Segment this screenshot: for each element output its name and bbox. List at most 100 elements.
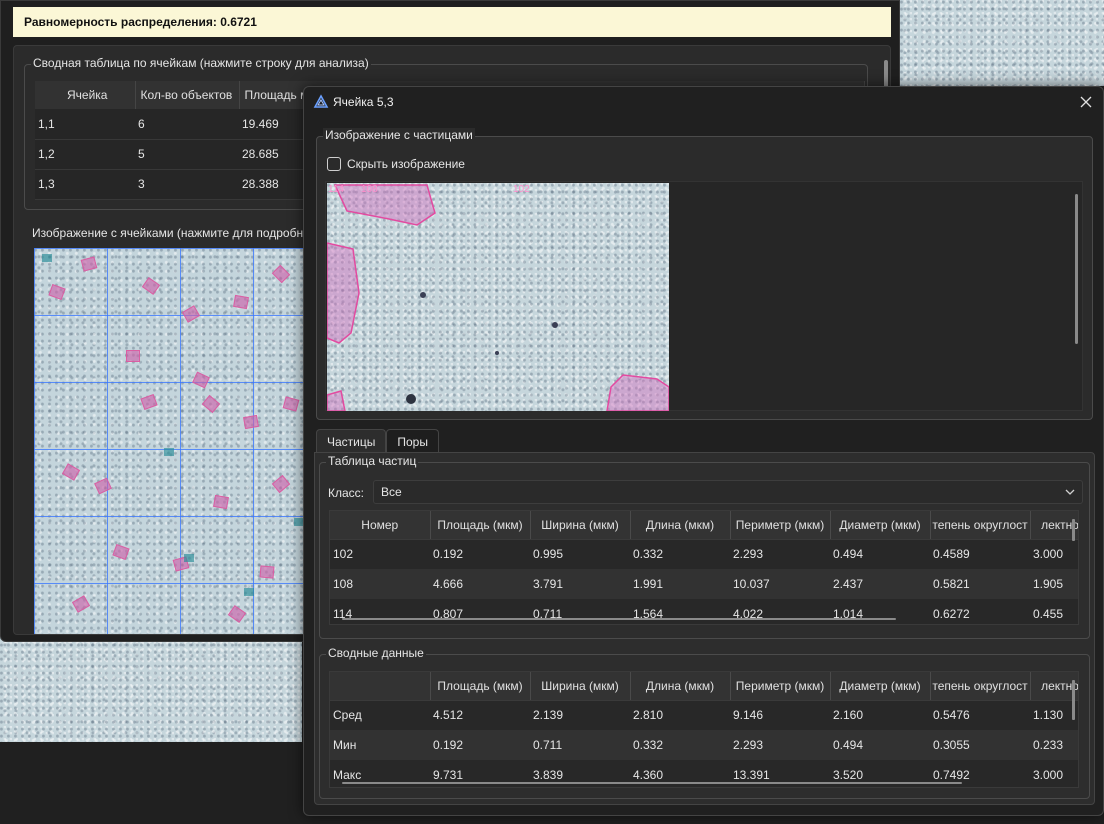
particle-marker (271, 264, 291, 284)
particle-image-group-title: Изображение с частицами (323, 128, 475, 142)
hide-image-checkbox[interactable] (327, 157, 341, 171)
particle-outline (606, 374, 669, 411)
table-cell: 1.905 (1030, 569, 1078, 599)
column-header[interactable]: Периметр (мкм) (730, 672, 831, 701)
tab-particles[interactable]: Частицы (316, 429, 387, 453)
particle-marker (192, 371, 210, 389)
table-row[interactable]: 102 0.192 0.995 0.332 2.293 0.494 0.4589… (330, 539, 1078, 569)
cells-grid-image[interactable] (34, 248, 314, 634)
vertical-scrollbar[interactable] (1075, 194, 1078, 344)
table-cell: 0.332 (630, 730, 730, 760)
table-cell: 5 (135, 139, 239, 170)
class-select[interactable]: Все (373, 480, 1083, 504)
particle-image[interactable]: 114 108 102 (327, 183, 669, 411)
summary-table-viewport: Площадь (мкм) Ширина (мкм) Длина (мкм) П… (329, 671, 1079, 788)
column-header[interactable]: Периметр (мкм) (730, 511, 831, 540)
particle-marker (244, 588, 254, 596)
table-cell: 4.666 (430, 569, 530, 599)
tab-pores[interactable]: Поры (386, 429, 439, 453)
particle-marker (164, 448, 174, 456)
table-cell: 1.991 (630, 569, 730, 599)
table-cell: 4.022 (730, 599, 830, 624)
dark-speck (420, 292, 426, 298)
particle-marker (112, 543, 130, 561)
table-cell: 3.000 (1030, 760, 1078, 787)
particle-marker (140, 393, 158, 411)
particle-marker (184, 554, 194, 562)
table-row[interactable]: Мин 0.192 0.711 0.332 2.293 0.494 0.3055… (330, 730, 1078, 760)
column-header[interactable]: Диаметр (мкм) (830, 511, 931, 540)
particle-image-group: Изображение с частицами Скрыть изображен… (316, 128, 1093, 420)
column-header[interactable]: Ячейка (35, 81, 136, 109)
column-header[interactable]: Диаметр (мкм) (830, 672, 931, 701)
table-cell: Сред (330, 700, 430, 730)
table-cell: 1.014 (830, 599, 930, 624)
column-header[interactable]: Ширина (мкм) (530, 511, 631, 540)
table-cell: 1.564 (630, 599, 730, 624)
particle-marker (271, 474, 291, 494)
table-cell: 10.037 (730, 569, 830, 599)
column-header[interactable]: тепень округлост (930, 672, 1031, 701)
table-cell: 0.233 (1030, 730, 1078, 760)
summary-data-title: Сводные данные (326, 646, 426, 660)
table-cell: 114 (330, 599, 430, 624)
hide-image-row[interactable]: Скрыть изображение (327, 155, 465, 173)
table-cell: 1,3 (35, 169, 135, 200)
column-header[interactable]: тепень округлост (930, 511, 1031, 540)
particles-table-title: Таблица частиц (326, 454, 419, 468)
table-row[interactable]: 108 4.666 3.791 1.991 10.037 2.437 0.582… (330, 569, 1078, 599)
table-cell: Мин (330, 730, 430, 760)
particle-marker (282, 396, 300, 412)
particle-marker (42, 254, 52, 262)
particle-marker (126, 350, 140, 362)
particle-marker (201, 394, 221, 414)
close-icon (1080, 96, 1092, 108)
table-cell: 4.512 (430, 700, 530, 730)
dialog-titlebar[interactable]: Ячейка 5,3 (304, 87, 1103, 117)
table-cell: 0.5821 (930, 569, 1030, 599)
table-cell: 3 (135, 169, 239, 200)
table-cell: 1,2 (35, 139, 135, 170)
vertical-scrollbar[interactable] (1072, 680, 1075, 720)
column-header[interactable] (330, 672, 431, 701)
particle-marker (181, 305, 201, 323)
column-header[interactable]: Ширина (мкм) (530, 672, 631, 701)
dark-speck (406, 394, 416, 404)
table-cell: 0.332 (630, 539, 730, 569)
hide-image-label[interactable]: Скрыть изображение (347, 157, 465, 171)
column-header[interactable]: Длина (мкм) (630, 511, 731, 540)
summary-table: Площадь (мкм) Ширина (мкм) Длина (мкм) П… (330, 672, 1078, 787)
table-cell: 0.192 (430, 730, 530, 760)
table-cell: 2.293 (730, 730, 830, 760)
particle-marker (61, 463, 81, 481)
overlay-label-114: 114 (328, 184, 344, 195)
overlay-label-108: 108 (361, 184, 378, 195)
particle-marker (227, 605, 247, 623)
vertical-scrollbar[interactable] (1072, 519, 1075, 541)
column-header[interactable]: Кол-во объектов (135, 81, 240, 109)
column-header[interactable]: Площадь (мкм) (430, 672, 531, 701)
cells-image-title: Изображение с ячейками (нажмите для подр… (32, 226, 304, 240)
horizontal-scrollbar[interactable] (342, 782, 962, 784)
column-header[interactable]: Площадь (мкм) (430, 511, 531, 540)
horizontal-scrollbar[interactable] (342, 618, 896, 620)
cell-dialog: Ячейка 5,3 Изображение с частицами Скрыт… (303, 86, 1104, 816)
particle-overlay: 114 108 102 (327, 184, 669, 411)
column-header[interactable]: Номер (330, 511, 431, 540)
table-cell: 0.807 (430, 599, 530, 624)
tab-panel: Таблица частиц Класс: Все Номер Площадь … (314, 452, 1095, 805)
uniformity-banner: Равномерность распределения: 0.6721 (13, 7, 891, 37)
tab-bar: Частицы Поры (316, 429, 439, 453)
table-cell: 102 (330, 539, 430, 569)
table-row[interactable]: 114 0.807 0.711 1.564 4.022 1.014 0.6272… (330, 599, 1078, 624)
close-button[interactable] (1075, 91, 1097, 113)
image-viewport[interactable]: 114 108 102 (325, 181, 1083, 411)
summary-data-group: Сводные данные Площадь (мкм) Ширина (мкм… (319, 646, 1090, 799)
table-cell: 0.5476 (930, 700, 1030, 730)
table-cell: 2.139 (530, 700, 630, 730)
particle-marker (259, 565, 275, 579)
background-microscope-image (900, 0, 1104, 86)
column-header[interactable]: Длина (мкм) (630, 672, 731, 701)
table-cell: 0.494 (830, 730, 930, 760)
table-row[interactable]: Сред 4.512 2.139 2.810 9.146 2.160 0.547… (330, 700, 1078, 730)
